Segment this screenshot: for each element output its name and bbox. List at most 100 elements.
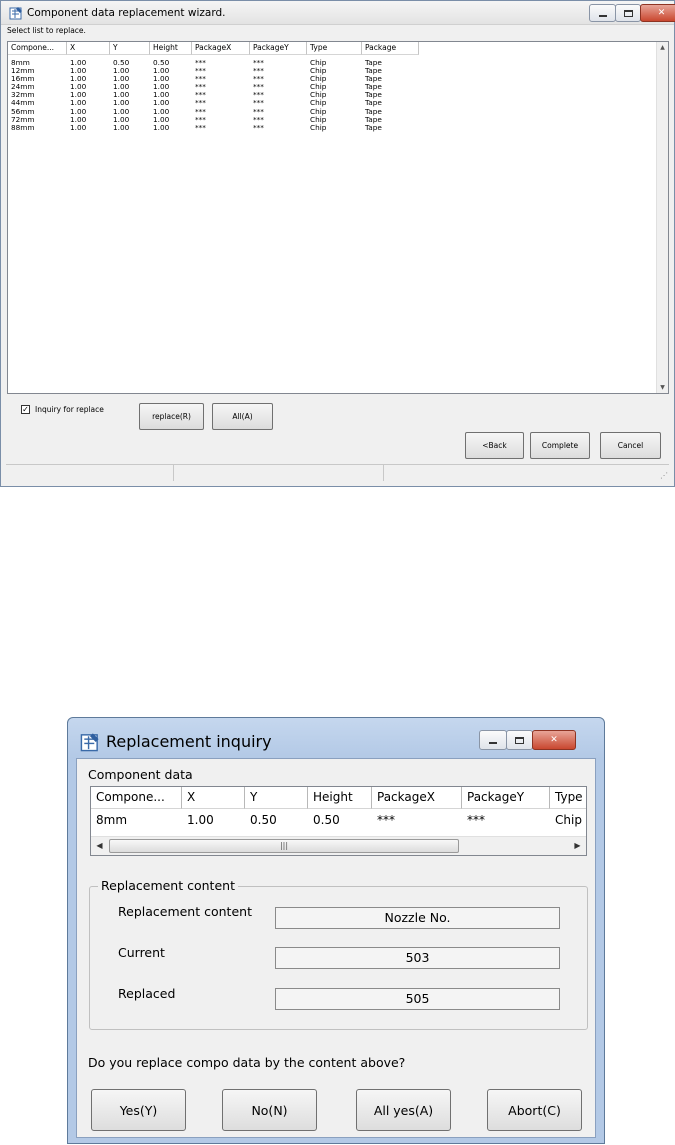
table-cell: 44mm: [11, 99, 35, 108]
table-cell: ***: [195, 59, 206, 67]
table-cell: 1.00: [70, 83, 87, 92]
scroll-thumb[interactable]: |||: [109, 839, 459, 853]
back-button[interactable]: <Back: [465, 432, 524, 459]
scroll-down-icon[interactable]: ▼: [657, 382, 668, 393]
wizard-title: Component data replacement wizard.: [27, 7, 226, 19]
wizard-titlebar[interactable]: Component data replacement wizard. ✕: [1, 1, 675, 25]
table-row[interactable]: 24mm 1.00 1.00 1.00 *** *** Chip Tape: [8, 83, 419, 91]
no-button[interactable]: No(N): [222, 1089, 317, 1131]
component-data-label: Component data: [88, 767, 193, 782]
select-hint: Select list to replace.: [7, 26, 86, 35]
column-header[interactable]: Height: [150, 42, 192, 55]
column-header[interactable]: Type: [550, 787, 586, 809]
table-row[interactable]: 16mm 1.00 1.00 1.00 *** *** Chip Tape: [8, 75, 419, 83]
table-cell: 1.00: [153, 67, 170, 76]
column-header[interactable]: Y: [110, 42, 150, 55]
close-button[interactable]: ✕: [532, 730, 576, 750]
table-cell: Chip: [310, 115, 327, 124]
table-cell: ***: [195, 67, 206, 76]
table-row[interactable]: 8mm 1.00 0.50 0.50 *** *** Chip Tape: [8, 59, 419, 67]
column-header[interactable]: Compone...: [91, 787, 182, 809]
status-segment: [384, 465, 667, 481]
table-row[interactable]: 32mm 1.00 1.00 1.00 *** *** Chip Tape: [8, 91, 419, 99]
column-header[interactable]: PackageY: [462, 787, 550, 809]
minimize-button[interactable]: [589, 4, 616, 22]
table-row[interactable]: 56mm 1.00 1.00 1.00 *** *** Chip Tape: [8, 108, 419, 116]
table-cell: ***: [195, 99, 206, 108]
table-cell: 1.00: [113, 99, 130, 108]
column-header[interactable]: X: [67, 42, 110, 55]
table-cell: 1.00: [153, 107, 170, 116]
table-cell: 1.00: [70, 107, 87, 116]
table-cell: Tape: [365, 59, 382, 67]
column-header[interactable]: Y: [245, 787, 308, 809]
inquiry-checkbox-row[interactable]: ✓ Inquiry for replace: [21, 405, 104, 414]
column-header[interactable]: Package: [362, 42, 419, 55]
table-cell: Chip: [310, 83, 327, 92]
table-cell: 72mm: [11, 115, 35, 124]
table-cell: 1.00: [153, 83, 170, 92]
vertical-scrollbar[interactable]: ▲ ▼: [656, 42, 668, 393]
inquiry-checkbox[interactable]: ✓: [21, 405, 30, 414]
table-cell: 1.00: [153, 123, 170, 132]
scroll-left-icon[interactable]: ◀: [91, 837, 108, 855]
complete-button[interactable]: Complete: [530, 432, 590, 459]
table-cell: 1.00: [153, 75, 170, 84]
replace-button[interactable]: replace(R): [139, 403, 204, 430]
table-cell: ***: [195, 75, 206, 84]
scroll-up-icon[interactable]: ▲: [657, 42, 668, 53]
table-cell: Tape: [365, 115, 382, 124]
content-field: Nozzle No.: [275, 907, 560, 929]
table-cell: 32mm: [11, 91, 35, 100]
column-header[interactable]: Compone...: [8, 42, 67, 55]
component-list[interactable]: Compone... X Y Height PackageX PackageY Type Pa…: [7, 41, 669, 394]
table-cell: 12mm: [11, 67, 35, 76]
table-row[interactable]: 12mm 1.00 1.00 1.00 *** *** Chip Tape: [8, 67, 419, 75]
table-cell: 1.00: [70, 59, 87, 67]
table-cell: ***: [253, 99, 264, 108]
column-header[interactable]: Type: [307, 42, 362, 55]
scroll-right-icon[interactable]: ▶: [569, 837, 586, 855]
table-row[interactable]: 8mm 1.00 0.50 0.50 *** *** Chip: [91, 810, 586, 830]
replaced-label: Replaced: [118, 986, 176, 1001]
close-button[interactable]: ✕: [640, 4, 675, 22]
maximize-button[interactable]: [506, 730, 533, 750]
column-header[interactable]: Height: [308, 787, 372, 809]
replacement-content-group: Replacement content Replacement content …: [89, 878, 588, 1030]
column-header[interactable]: X: [182, 787, 245, 809]
maximize-button[interactable]: [615, 4, 641, 22]
table-cell: Tape: [365, 123, 382, 132]
abort-button[interactable]: Abort(C): [487, 1089, 582, 1131]
table-cell: 1.00: [70, 67, 87, 76]
question-text: Do you replace compo data by the content…: [88, 1055, 406, 1070]
table-cell: Chip: [310, 91, 327, 100]
table-row[interactable]: 44mm 1.00 1.00 1.00 *** *** Chip Tape: [8, 99, 419, 107]
replacement-wizard-window: Component data replacement wizard. ✕ Sel…: [0, 0, 675, 487]
minimize-button[interactable]: [479, 730, 507, 750]
list-header: Compone... X Y Height PackageX PackageY Type: [91, 787, 586, 809]
yes-button[interactable]: Yes(Y): [91, 1089, 186, 1131]
all-yes-button[interactable]: All yes(A): [356, 1089, 451, 1131]
table-cell: Tape: [365, 75, 382, 84]
resize-grip-icon[interactable]: ⋰: [660, 471, 668, 480]
table-cell: 56mm: [11, 107, 35, 116]
table-cell: 1.00: [113, 67, 130, 76]
current-label: Current: [118, 945, 165, 960]
app-icon: [80, 733, 99, 752]
table-cell: 1.00: [113, 91, 130, 100]
column-header[interactable]: PackageX: [192, 42, 250, 55]
column-header[interactable]: PackageY: [250, 42, 307, 55]
table-row[interactable]: 72mm 1.00 1.00 1.00 *** *** Chip Tape: [8, 116, 419, 124]
horizontal-scrollbar[interactable]: ◀ ||| ▶: [91, 836, 586, 855]
maximize-icon: [623, 9, 633, 17]
column-header[interactable]: PackageX: [372, 787, 462, 809]
table-cell: 1.00: [187, 813, 214, 827]
table-cell: 0.50: [153, 59, 170, 67]
table-cell: ***: [253, 59, 264, 67]
table-row[interactable]: 88mm 1.00 1.00 1.00 *** *** Chip Tape: [8, 124, 419, 132]
table-cell: 1.00: [70, 75, 87, 84]
table-cell: ***: [195, 83, 206, 92]
component-data-list[interactable]: Compone... X Y Height PackageX PackageY Type 8…: [90, 786, 587, 856]
cancel-button[interactable]: Cancel: [600, 432, 661, 459]
all-button[interactable]: All(A): [212, 403, 273, 430]
